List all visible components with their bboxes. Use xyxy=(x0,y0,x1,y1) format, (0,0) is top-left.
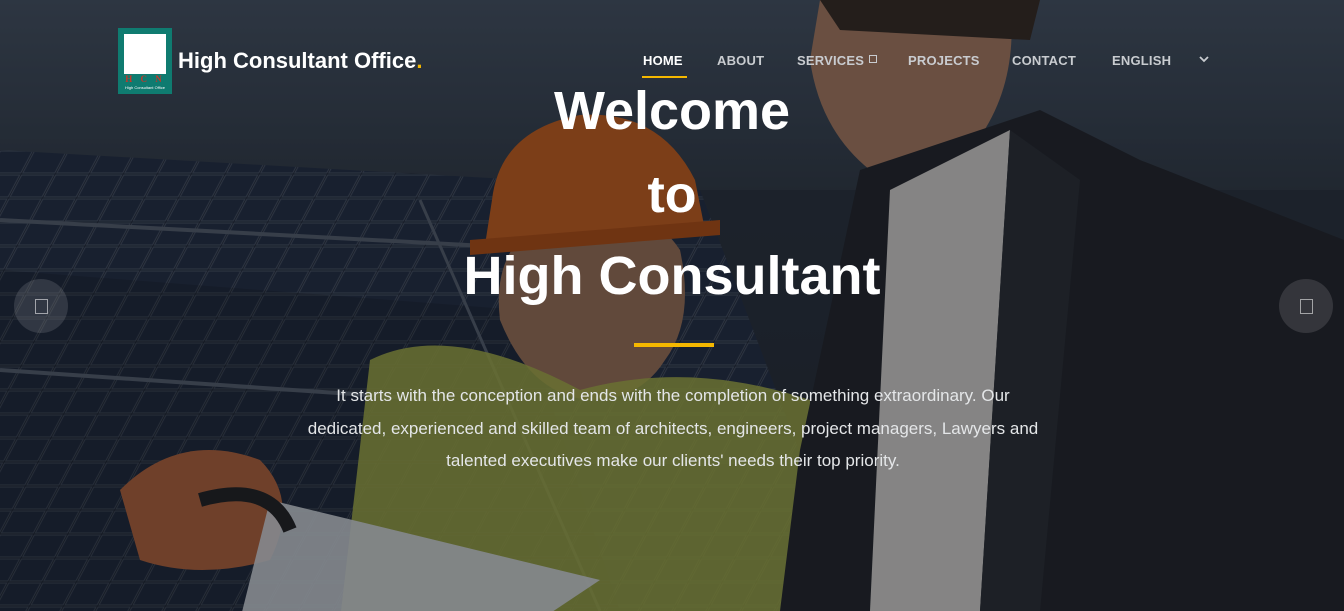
title-divider xyxy=(634,343,714,347)
nav-language[interactable]: ENGLISH xyxy=(1112,53,1171,68)
hero-title-line3: High Consultant xyxy=(463,246,881,306)
nav-active-indicator xyxy=(642,76,687,78)
main-nav: HOME ABOUT SERVICES PROJECTS CONTACT ENG… xyxy=(0,53,1344,78)
slider-next-button[interactable] xyxy=(1279,279,1333,333)
nav-projects[interactable]: PROJECTS xyxy=(908,53,980,68)
nav-services[interactable]: SERVICES xyxy=(797,53,878,68)
chevron-left-icon xyxy=(35,299,48,314)
square-icon xyxy=(869,55,878,63)
chevron-down-icon[interactable] xyxy=(1198,54,1210,64)
chevron-right-icon xyxy=(1300,299,1313,314)
nav-contact[interactable]: CONTACT xyxy=(1012,53,1076,68)
nav-about[interactable]: ABOUT xyxy=(717,53,764,68)
nav-home[interactable]: HOME xyxy=(643,53,683,68)
hero-title-line1: Welcome xyxy=(553,81,791,141)
hero-title-line2: to xyxy=(647,166,697,224)
hero-description: It starts with the conception and ends w… xyxy=(307,386,1039,470)
slider-prev-button[interactable] xyxy=(14,279,68,333)
